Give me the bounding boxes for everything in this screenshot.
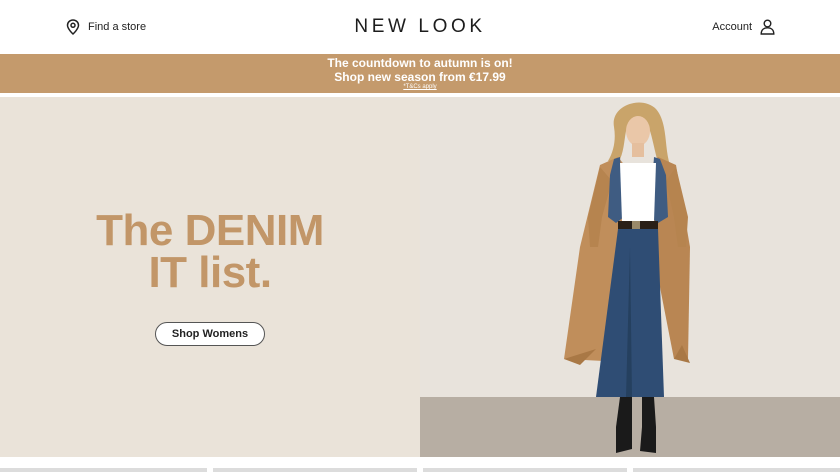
hero-text-panel: The DENIM IT list. Shop Womens bbox=[0, 97, 420, 457]
category-tiles bbox=[0, 468, 840, 472]
site-header: Find a store NEW LOOK Account bbox=[0, 0, 840, 54]
find-store-link[interactable]: Find a store bbox=[66, 18, 146, 36]
category-tile[interactable] bbox=[0, 468, 207, 472]
hero-headline-line1: The DENIM bbox=[96, 206, 324, 255]
promo-banner[interactable]: The countdown to autumn is on! Shop new … bbox=[0, 54, 840, 93]
hero-model-image[interactable] bbox=[420, 97, 840, 457]
category-tile[interactable] bbox=[633, 468, 840, 472]
find-store-label: Find a store bbox=[88, 21, 147, 33]
promo-subline: Shop new season from €17.99 bbox=[334, 70, 506, 84]
hero-headline: The DENIM IT list. bbox=[0, 206, 420, 297]
category-tile[interactable] bbox=[423, 468, 627, 472]
shop-womens-button[interactable]: Shop Womens bbox=[155, 322, 265, 346]
account-link[interactable]: Account bbox=[712, 18, 775, 36]
category-tile[interactable] bbox=[213, 468, 417, 472]
hero-headline-line2: IT list. bbox=[148, 248, 272, 297]
promo-headline: The countdown to autumn is on! bbox=[327, 56, 513, 70]
account-label: Account bbox=[712, 21, 752, 33]
model-figure bbox=[564, 102, 690, 453]
promo-terms-link[interactable]: *T&Cs apply bbox=[0, 83, 840, 91]
location-pin-icon bbox=[66, 19, 80, 35]
site-logo[interactable]: NEW LOOK bbox=[354, 17, 486, 37]
hero-banner: The DENIM IT list. Shop Womens bbox=[0, 97, 840, 457]
user-icon bbox=[760, 19, 775, 35]
